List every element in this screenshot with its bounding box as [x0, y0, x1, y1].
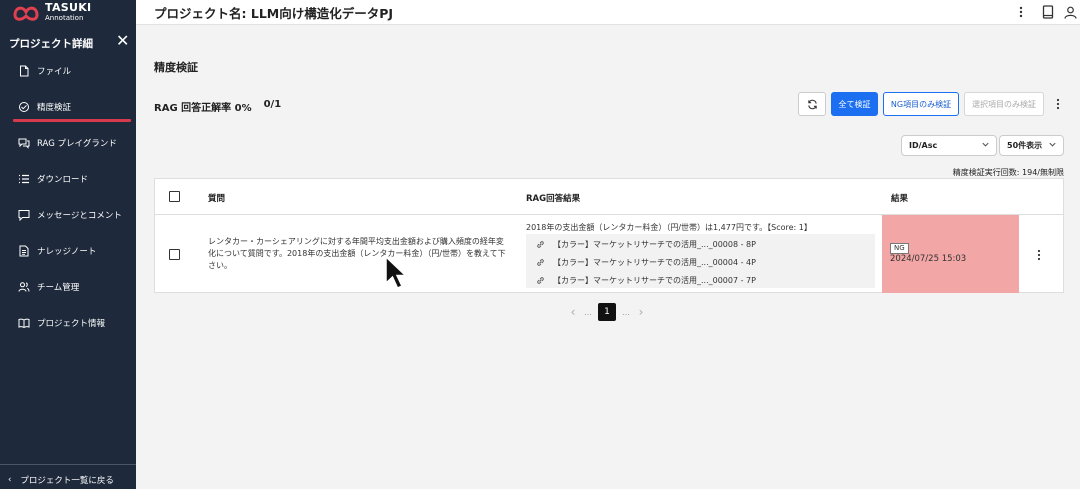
pagination: ‹ … 1 … › [568, 302, 646, 322]
chevron-down-icon [1049, 142, 1056, 147]
sidebar-item-label: プロジェクト情報 [37, 319, 106, 329]
row-checkbox[interactable] [169, 249, 180, 260]
verification-table: 質問 RAG回答結果 結果 レンタカー・カーシェアリングに対する年間平均支出金額… [154, 178, 1064, 293]
reference-link[interactable]: 【カラー】マーケットリサーチでの活用_..._00008 - 8P [536, 237, 756, 251]
column-header-question: 質問 [208, 194, 226, 204]
verify-selected-button[interactable]: 選択項目のみ検証 [964, 92, 1044, 116]
chevron-left-icon: ‹ [8, 475, 12, 485]
sidebar-item-download[interactable]: ダウンロード [18, 169, 88, 189]
logo[interactable]: TASUKI Annotation [12, 2, 91, 24]
sidebar-item-team[interactable]: チーム管理 [18, 277, 79, 297]
book-icon [18, 318, 30, 329]
link-icon [537, 240, 544, 248]
table-header: 質問 RAG回答結果 結果 [155, 179, 1063, 215]
list-icon [19, 174, 29, 184]
score-count: 0/1 [263, 99, 282, 110]
team-icon [18, 282, 30, 292]
sidebar-item-rag-playground[interactable]: RAG プレイグランド [18, 133, 117, 153]
sidebar-item-label: 精度検証 [37, 103, 72, 113]
sidebar-item-knowledge-note[interactable]: ナレッジノート [18, 241, 96, 261]
link-icon [537, 276, 544, 284]
sidebar-item-label: ダウンロード [37, 175, 89, 185]
table-row[interactable]: レンタカー・カーシェアリングに対する年間平均支出金額および購入頻度の経年変化につ… [155, 215, 1063, 293]
reference-link[interactable]: 【カラー】マーケットリサーチでの活用_..._00007 - 7P [536, 273, 756, 287]
column-header-result: 結果 [891, 194, 909, 204]
user-icon[interactable] [1061, 3, 1079, 21]
chevron-down-icon [982, 142, 989, 147]
verify-all-button[interactable]: 全て検証 [831, 92, 878, 116]
logo-mark-icon [13, 6, 39, 21]
book-icon[interactable] [1039, 3, 1057, 21]
page-title: 精度検証 [154, 61, 198, 74]
sidebar-item-project-info[interactable]: プロジェクト情報 [18, 313, 105, 333]
project-title: プロジェクト名: LLM向け構造化データPJ [154, 6, 394, 21]
result-cell: NG 2024/07/25 15:03 [882, 215, 1019, 293]
sidebar-item-label: ナレッジノート [37, 247, 97, 257]
refresh-button[interactable] [798, 92, 826, 116]
logo-title: TASUKI [45, 1, 92, 14]
link-icon [537, 258, 544, 266]
page-size-value: 50件表示 [1007, 141, 1043, 150]
sort-select[interactable]: ID/Asc [901, 135, 997, 156]
sidebar-divider [0, 464, 136, 465]
execution-count: 精度検証実行回数: 194/無制限 [952, 168, 1064, 177]
chevron-left-icon[interactable]: ‹ [568, 305, 578, 319]
ng-badge: NG [890, 243, 909, 254]
note-icon [19, 245, 29, 257]
result-date: 2024/07/25 15:03 [890, 254, 967, 264]
file-icon [20, 65, 29, 77]
page-current[interactable]: 1 [598, 303, 616, 321]
page-size-select[interactable]: 50件表示 [999, 135, 1064, 156]
close-icon[interactable]: ✕ [116, 33, 129, 49]
chat-icon [18, 138, 30, 149]
chevron-right-icon[interactable]: › [636, 305, 646, 319]
question-text: レンタカー・カーシェアリングに対する年間平均支出金額および購入頻度の経年変化につ… [208, 237, 506, 270]
column-header-answer: RAG回答結果 [526, 194, 581, 204]
back-to-projects-link[interactable]: ‹ プロジェクト一覧に戻る [8, 474, 114, 486]
select-all-checkbox[interactable] [169, 191, 180, 202]
sidebar-item-file[interactable]: ファイル [18, 61, 71, 81]
verify-icon [19, 102, 29, 112]
sidebar-item-label: ファイル [37, 67, 72, 77]
sidebar: TASUKI Annotation プロジェクト詳細 ✕ ファイル 精度検証 R… [0, 0, 136, 489]
refresh-icon [807, 99, 817, 109]
sidebar-item-label: RAG プレイグランド [37, 139, 117, 149]
active-indicator [13, 119, 131, 122]
answer-text: 2018年の支出金額（レンタカー料金）（円/世帯）は1,477円です。【Scor… [526, 223, 812, 232]
more-vertical-icon[interactable] [1012, 3, 1030, 21]
message-icon [18, 210, 30, 221]
sidebar-item-messages[interactable]: メッセージとコメント [18, 205, 122, 225]
logo-subtitle: Annotation [45, 14, 84, 22]
sidebar-title: プロジェクト詳細 [9, 38, 93, 50]
reference-link[interactable]: 【カラー】マーケットリサーチでの活用_..._00004 - 4P [536, 255, 756, 269]
reference-list: 【カラー】マーケットリサーチでの活用_..._00008 - 8P 【カラー】マ… [526, 234, 875, 288]
sort-select-value: ID/Asc [909, 141, 938, 150]
sidebar-item-label: メッセージとコメント [37, 211, 122, 221]
verify-ng-button[interactable]: NG項目のみ検証 [883, 92, 959, 116]
back-label: プロジェクト一覧に戻る [20, 476, 114, 486]
rag-score: RAG 回答正解率 0% 0/1 [154, 99, 281, 114]
sidebar-item-label: チーム管理 [37, 283, 80, 293]
mouse-cursor-icon [385, 255, 408, 289]
more-vertical-icon[interactable] [1033, 247, 1045, 263]
sidebar-item-verify[interactable]: 精度検証 [18, 97, 71, 117]
score-label: RAG 回答正解率 0% [154, 103, 252, 114]
pagination-ellipsis: … [622, 307, 630, 317]
pagination-ellipsis: … [584, 307, 592, 317]
top-header: プロジェクト名: LLM向け構造化データPJ [136, 0, 1080, 25]
more-vertical-icon[interactable] [1052, 96, 1064, 112]
